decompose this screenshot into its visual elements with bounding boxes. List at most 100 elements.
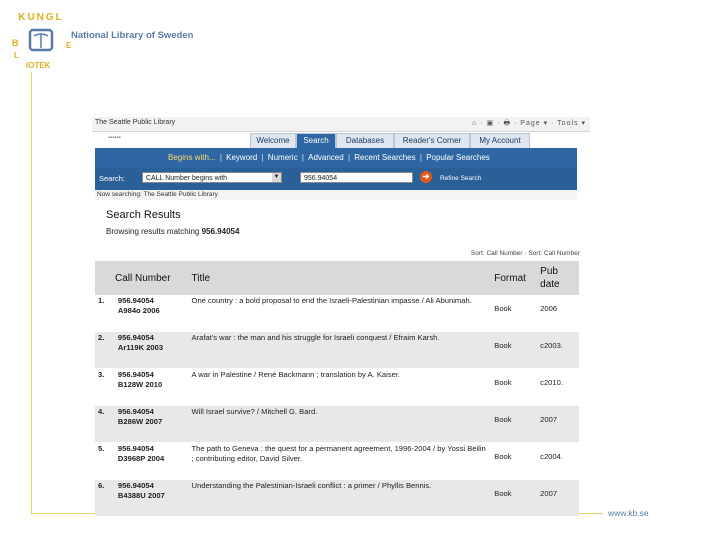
org-name: National Library of Sweden [71, 30, 194, 41]
tab-welcome[interactable]: Welcome [250, 133, 296, 148]
nav-separator: | [261, 153, 264, 162]
nav-separator: | [301, 153, 304, 162]
table-row: 6. 956.94054 B4388U 2007 Understanding the … [95, 479, 579, 517]
results-heading: Search Results [106, 209, 181, 221]
nav-separator: | [419, 153, 422, 162]
result-title-link[interactable]: Understanding the Palestinian-Israeli co… [188, 479, 492, 517]
result-number: 2. [95, 331, 115, 369]
footer-url[interactable]: www.kb.se [608, 508, 649, 518]
browsing-prefix: Browsing results matching [106, 227, 200, 236]
call-number-cutter[interactable]: B128W 2010 [118, 380, 186, 390]
call-number-link[interactable]: 956.94054 B128W 2010 [114, 368, 189, 406]
call-number-cutter[interactable]: A984o 2006 [118, 306, 186, 316]
nav-recent-searches[interactable]: Recent Searches [354, 153, 415, 162]
nav-separator: | [219, 153, 222, 162]
result-pub-date: 2007 [537, 405, 579, 443]
table-row: 1. 956.94054 A984o 2006 One country : a bol… [95, 295, 579, 332]
svg-text:IOTEK: IOTEK [26, 61, 51, 70]
table-row: 5. 956.94054 D3968P 2004 The path to Geneva… [95, 442, 579, 480]
call-number-link[interactable]: 956.94054 B4388U 2007 [114, 479, 189, 517]
call-number-cutter[interactable]: Ar119K 2003 [118, 343, 186, 353]
tab-readers-corner[interactable]: Reader's Corner [394, 133, 470, 148]
frame-vertical-rule [31, 72, 32, 514]
svg-text:B: B [12, 38, 19, 48]
tab-databases[interactable]: Databases [336, 133, 394, 148]
browsing-text: Browsing results matching 956.94054 [106, 227, 239, 236]
chevron-down-icon[interactable]: ▼ [272, 173, 281, 182]
tab-search[interactable]: Search [296, 133, 336, 148]
table-row: 2. 956.94054 Ar119K 2003 Arafat's war : the… [95, 331, 579, 369]
call-number-link[interactable]: 956.94054 D3968P 2004 [114, 442, 189, 480]
table-header-row: Call Number Title Format Pub date [95, 261, 579, 295]
search-go-button[interactable]: ➔ [420, 171, 432, 183]
library-link[interactable]: ▪▪▪▪▪▪ [108, 135, 121, 141]
nav-advanced[interactable]: Advanced [308, 153, 344, 162]
result-title-link[interactable]: The path to Geneva : the quest for a per… [188, 442, 492, 480]
svg-text:L: L [14, 51, 19, 60]
result-title-link[interactable]: One country : a bold proposal to end the… [188, 295, 492, 332]
search-type-value: CALL Number begins with [146, 175, 228, 182]
result-pub-date: 2006 [537, 295, 579, 332]
browser-tab-title[interactable]: The Seattle Public Library [95, 119, 175, 126]
browser-toolbar: The Seattle Public Library ⌂ · ▣ · 🖶 · P… [92, 117, 590, 132]
result-format: Book [491, 479, 538, 517]
nav-numeric[interactable]: Numeric [268, 153, 298, 162]
main-tabs: ▪▪▪▪▪▪ Welcome Search Databases Reader's… [92, 132, 590, 148]
result-format: Book [491, 368, 538, 406]
call-number-class[interactable]: 956.94054 [118, 407, 186, 417]
result-format: Book [491, 405, 538, 443]
call-number-link[interactable]: 956.94054 B286W 2007 [114, 405, 189, 443]
col-call-number[interactable]: Call Number [95, 261, 189, 295]
sort-options[interactable]: Sort: Call Number · Sort: Call Number [471, 250, 580, 257]
col-title[interactable]: Title [188, 261, 492, 295]
nav-separator: | [347, 153, 351, 162]
browsing-query: 956.94054 [201, 227, 240, 236]
svg-text:KUNGL: KUNGL [18, 12, 64, 23]
call-number-cutter[interactable]: B4388U 2007 [118, 491, 186, 501]
result-format: Book [491, 295, 538, 332]
search-input[interactable]: 956.94054 [300, 172, 413, 183]
nav-keyword[interactable]: Keyword [226, 153, 257, 162]
result-number: 5. [95, 442, 115, 480]
kb-crown-logo: KUNGL B L IOTEK E [12, 12, 72, 70]
nav-begins-with[interactable]: Begins with... [168, 153, 216, 162]
search-bar: Search: CALL Number begins with ▼ 956.94… [95, 168, 577, 190]
col-pub-date[interactable]: Pub date [537, 261, 579, 295]
col-format[interactable]: Format [491, 261, 538, 295]
nav-popular-searches[interactable]: Popular Searches [426, 153, 490, 162]
svg-text:E: E [66, 41, 72, 50]
refine-search-link[interactable]: Refine Search [440, 175, 481, 182]
results-table: Call Number Title Format Pub date 1. 956.… [95, 261, 579, 517]
catalog-screenshot: The Seattle Public Library ⌂ · ▣ · 🖶 · P… [92, 117, 590, 517]
result-number: 4. [95, 405, 115, 443]
call-number-link[interactable]: 956.94054 Ar119K 2003 [114, 331, 189, 369]
call-number-cutter[interactable]: B286W 2007 [118, 417, 186, 427]
search-label: Search: [99, 174, 125, 183]
result-title-link[interactable]: A war in Palestine / René Backmann ; tra… [188, 368, 492, 406]
result-format: Book [491, 442, 538, 480]
result-pub-date: 2007 [537, 479, 579, 517]
call-number-cutter[interactable]: D3968P 2004 [118, 454, 186, 464]
call-number-class[interactable]: 956.94054 [118, 370, 186, 380]
result-format: Book [491, 331, 538, 369]
call-number-class[interactable]: 956.94054 [118, 333, 186, 343]
table-row: 3. 956.94054 B128W 2010 A war in Palestine … [95, 368, 579, 406]
call-number-class[interactable]: 956.94054 [118, 444, 186, 454]
now-searching-text: Now searching: The Seattle Public Librar… [95, 190, 577, 200]
result-number: 1. [95, 295, 115, 332]
call-number-class[interactable]: 956.94054 [118, 296, 186, 306]
search-type-nav: Begins with... | Keyword | Numeric | Adv… [95, 148, 577, 168]
call-number-link[interactable]: 956.94054 A984o 2006 [114, 295, 189, 332]
result-pub-date: c2003. [537, 331, 579, 369]
result-title-link[interactable]: Will Israel survive? / Mitchell G. Bard. [188, 405, 492, 443]
result-pub-date: c2004. [537, 442, 579, 480]
result-title-link[interactable]: Arafat's war : the man and his struggle … [188, 331, 492, 369]
result-number: 3. [95, 368, 115, 406]
call-number-class[interactable]: 956.94054 [118, 481, 186, 491]
table-row: 4. 956.94054 B286W 2007 Will Israel survive… [95, 405, 579, 443]
result-pub-date: c2010. [537, 368, 579, 406]
tab-my-account[interactable]: My Account [470, 133, 530, 148]
result-number: 6. [95, 479, 115, 517]
browser-tools[interactable]: ⌂ · ▣ · 🖶 · Page ▾ · Tools ▾ [472, 119, 586, 130]
search-type-select[interactable]: CALL Number begins with ▼ [142, 172, 282, 183]
